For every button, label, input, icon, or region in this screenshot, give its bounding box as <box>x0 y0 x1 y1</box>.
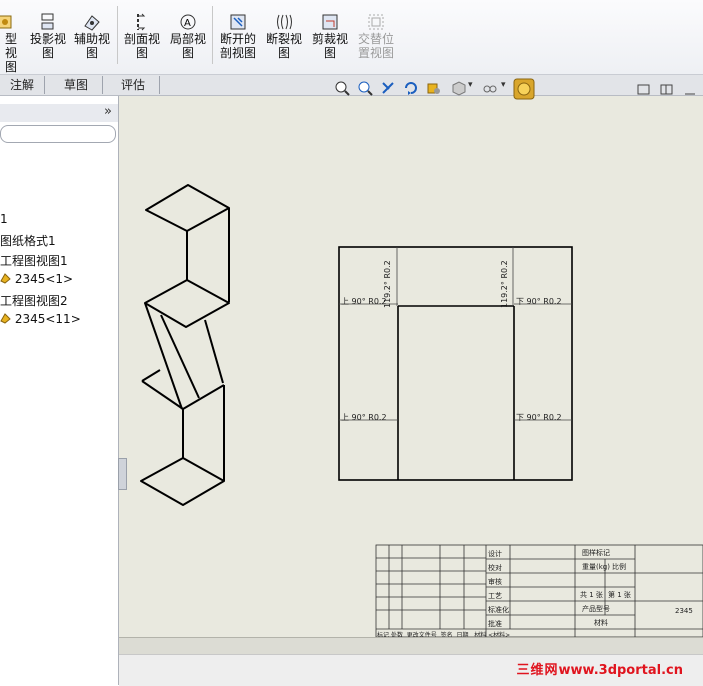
title-block-signatures: 设计 校对 审核 工艺 标准化 批准 <box>488 547 509 631</box>
tb-standard-label: 标准化 <box>488 606 509 614</box>
tb-process-label: 工艺 <box>488 592 502 600</box>
tb-material-label: 材料 <box>594 619 608 627</box>
tb-check-label: 校对 <box>488 564 502 572</box>
site-watermark: 三维网www.3dportal.cn <box>517 659 684 678</box>
tb-design-label: 设计 <box>488 550 502 558</box>
tb-mark-label: 图样标记 <box>582 549 610 557</box>
tb-sheet-label: 第 1 张 <box>608 591 631 599</box>
watermark-url: www.3dportal.cn <box>558 663 683 678</box>
tb-product-label: 产品型号 <box>582 605 610 613</box>
tb-approve-label: 批准 <box>488 620 502 628</box>
tb-drawing-number: 2345 <box>675 607 693 615</box>
tb-scale-label: 比例 <box>612 563 626 571</box>
panel-splitter-handle[interactable] <box>118 458 127 490</box>
title-block <box>375 544 703 638</box>
watermark-cn: 三维网 <box>516 663 559 678</box>
tb-sheets-label: 共 1 张 <box>580 591 603 599</box>
horizontal-scrollbar[interactable] <box>119 637 703 655</box>
tb-weight-label: 重量(kg) <box>582 563 610 571</box>
tb-review-label: 审核 <box>488 578 502 586</box>
